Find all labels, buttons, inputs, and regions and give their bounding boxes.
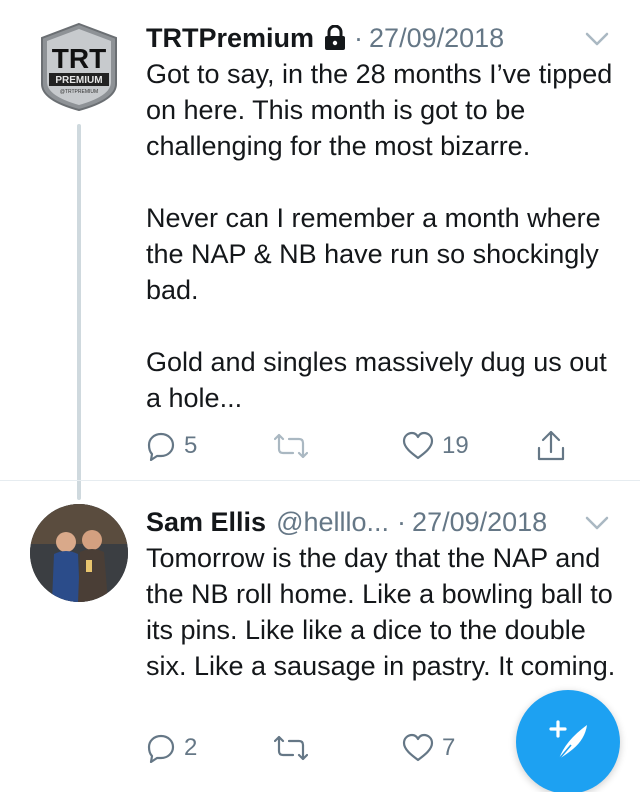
reply-count: 5 <box>184 432 198 459</box>
tweet-paragraph: Gold and singles massively dug us out a … <box>146 347 607 413</box>
tweet-header: Sam Ellis @helllo... · 27/09/2018 <box>146 504 610 540</box>
avatar-sam-ellis[interactable] <box>30 504 128 602</box>
tweet-actions: 5 19 <box>146 428 586 464</box>
tweet-text: Tomorrow is the day that the NAP and the… <box>146 540 616 684</box>
like-count: 7 <box>442 734 456 761</box>
tweet-paragraph: Got to say, in the 28 months I’ve tipped… <box>146 59 613 161</box>
author-handle[interactable]: @helllo... <box>276 507 389 538</box>
tweet-date[interactable]: 27/09/2018 <box>369 23 504 54</box>
reply-count: 2 <box>184 734 198 761</box>
avatar-trtpremium[interactable]: TRT PREMIUM @TRTPREMIUM <box>30 18 128 116</box>
like-button[interactable]: 19 <box>402 428 469 464</box>
chevron-down-icon[interactable] <box>584 26 610 48</box>
author-name[interactable]: TRTPremium <box>146 23 314 54</box>
share-button[interactable] <box>536 428 566 464</box>
svg-text:TRT: TRT <box>52 43 106 74</box>
separator-dot: · <box>354 22 364 53</box>
tweet-text: Got to say, in the 28 months I’ve tipped… <box>146 56 616 416</box>
reply-button[interactable]: 2 <box>146 730 197 766</box>
trt-premium-logo: TRT PREMIUM @TRTPREMIUM <box>41 22 117 112</box>
retweet-icon <box>274 735 308 761</box>
retweet-button[interactable] <box>274 428 316 464</box>
reply-icon <box>146 733 176 763</box>
tweet-trtpremium[interactable]: TRT PREMIUM @TRTPREMIUM TRTPremium · 27/… <box>0 0 640 500</box>
lock-icon <box>324 24 346 51</box>
like-button[interactable]: 7 <box>402 730 455 766</box>
like-icon <box>402 431 434 461</box>
profile-photo <box>30 504 128 602</box>
share-icon <box>536 430 566 462</box>
tweet-divider <box>0 480 640 481</box>
like-count: 19 <box>442 432 469 459</box>
tweet-header: TRTPremium · 27/09/2018 <box>146 20 610 56</box>
reply-button[interactable]: 5 <box>146 428 197 464</box>
like-icon <box>402 733 434 763</box>
chevron-down-icon[interactable] <box>584 510 610 532</box>
compose-tweet-button[interactable] <box>516 690 620 792</box>
compose-icon <box>543 717 593 768</box>
retweet-button[interactable] <box>274 730 316 766</box>
thread-connector-line <box>77 124 81 500</box>
svg-text:PREMIUM: PREMIUM <box>55 75 102 86</box>
tweet-date[interactable]: 27/09/2018 <box>412 507 547 538</box>
svg-text:@TRTPREMIUM: @TRTPREMIUM <box>60 89 98 95</box>
author-name[interactable]: Sam Ellis <box>146 507 266 538</box>
tweet-paragraph: Never can I remember a month where the N… <box>146 203 601 305</box>
reply-icon <box>146 431 176 461</box>
tweet-paragraph: Tomorrow is the day that the NAP and the… <box>146 543 616 681</box>
retweet-icon <box>274 433 308 459</box>
separator-dot: · <box>397 506 407 537</box>
